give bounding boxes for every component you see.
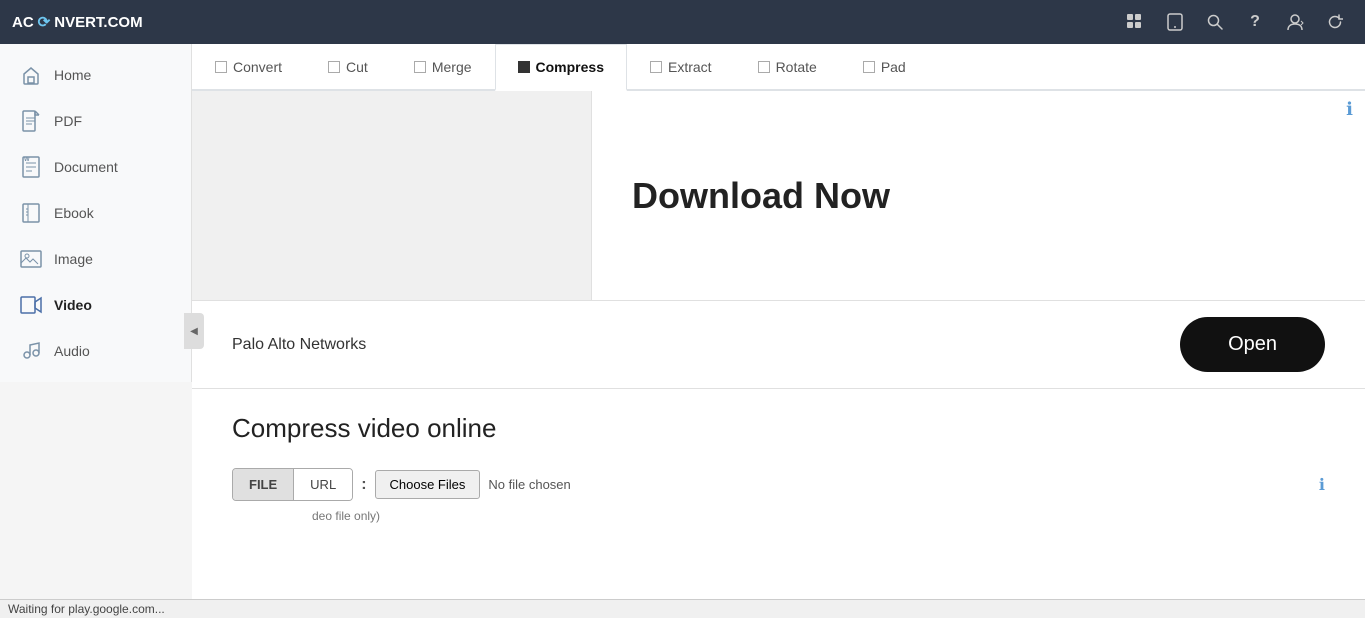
sponsor-row: Palo Alto Networks Open [192, 301, 1365, 389]
ad-info-icon[interactable]: ℹ [1346, 99, 1353, 120]
sidebar-item-home[interactable]: Home [0, 52, 191, 98]
tab-compress[interactable]: Compress [495, 44, 627, 91]
sidebar-label-ebook: Ebook [54, 205, 94, 221]
tab-merge-checkbox [414, 61, 426, 73]
tab-cut-checkbox [328, 61, 340, 73]
ad-right-content: ℹ Download Now [592, 91, 1365, 300]
tab-convert-checkbox [215, 61, 227, 73]
sidebar-item-ebook[interactable]: Ebook [0, 190, 191, 236]
tabs-bar: Convert Cut Merge Compress Extract Rotat… [192, 44, 1365, 91]
search-icon [1207, 14, 1223, 30]
site-logo[interactable]: AC ⟳ NVERT.COM [12, 13, 143, 31]
tab-extract-label: Extract [668, 59, 712, 75]
file-input-row: FILE URL : Choose Files No file chosen ℹ [232, 468, 1325, 501]
tab-compress-checkbox [518, 61, 530, 73]
sidebar-label-home: Home [54, 67, 91, 83]
tab-pad-checkbox [863, 61, 875, 73]
logo-rest: NVERT.COM [54, 14, 142, 31]
page-title: Compress video online [232, 413, 1325, 444]
sponsor-name: Palo Alto Networks [232, 336, 366, 354]
url-toggle-button[interactable]: URL [294, 469, 352, 500]
home-icon [20, 64, 42, 86]
image-icon [20, 248, 42, 270]
open-button[interactable]: Open [1180, 317, 1325, 372]
tab-rotate-label: Rotate [776, 59, 817, 75]
tab-merge[interactable]: Merge [391, 44, 495, 89]
chevron-left-icon: ◀ [190, 326, 198, 337]
sidebar: Home PDF [0, 44, 192, 382]
colon-separator: : [361, 476, 366, 494]
logo-text: AC [12, 14, 34, 31]
status-bar: Waiting for play.google.com... [0, 599, 1365, 618]
video-icon [20, 294, 42, 316]
file-url-toggle: FILE URL [232, 468, 353, 501]
ad-section: ℹ Download Now [192, 91, 1365, 301]
tab-cut[interactable]: Cut [305, 44, 391, 89]
sidebar-label-pdf: PDF [54, 113, 82, 129]
grid-icon-button[interactable] [1117, 4, 1153, 40]
content-body: ℹ Download Now Palo Alto Networks Open C… [192, 91, 1365, 539]
ebook-icon [20, 202, 42, 224]
file-toggle-button[interactable]: FILE [233, 469, 293, 500]
sidebar-item-audio[interactable]: Audio [0, 328, 191, 374]
sidebar-item-image[interactable]: Image [0, 236, 191, 282]
sidebar-item-video[interactable]: Video [0, 282, 191, 328]
sidebar-label-video: Video [54, 297, 92, 313]
help-icon-button[interactable]: ? [1237, 4, 1273, 40]
page-content: Compress video online FILE URL : Choose … [192, 389, 1365, 539]
navbar-actions: ? [1117, 4, 1353, 40]
tab-compress-label: Compress [536, 59, 604, 75]
refresh-icon-button[interactable] [1317, 4, 1353, 40]
sidebar-label-audio: Audio [54, 343, 90, 359]
user-icon-button[interactable] [1277, 4, 1313, 40]
refresh-icon [1327, 14, 1343, 30]
help-icon: ? [1250, 13, 1260, 31]
file-hint: deo file only) [312, 509, 1325, 523]
user-icon [1286, 13, 1304, 31]
grid-icon [1126, 13, 1144, 31]
sidebar-label-image: Image [54, 251, 93, 267]
ad-download-title: Download Now [632, 175, 890, 217]
main-layout: Home PDF [0, 44, 1365, 618]
tab-extract[interactable]: Extract [627, 44, 735, 89]
navbar: AC ⟳ NVERT.COM ? [0, 0, 1365, 44]
svg-text:W: W [24, 157, 30, 163]
file-info-icon[interactable]: ℹ [1319, 475, 1325, 495]
logo-icon: ⟳ [38, 13, 51, 31]
sidebar-collapse-button[interactable]: ◀ [184, 313, 204, 349]
tablet-icon [1167, 13, 1183, 31]
content-area: Convert Cut Merge Compress Extract Rotat… [192, 44, 1365, 618]
tablet-icon-button[interactable] [1157, 4, 1193, 40]
tab-convert[interactable]: Convert [192, 44, 305, 89]
pdf-icon [20, 110, 42, 132]
tab-rotate-checkbox [758, 61, 770, 73]
sidebar-label-document: Document [54, 159, 118, 175]
tab-cut-label: Cut [346, 59, 368, 75]
audio-icon [20, 340, 42, 362]
no-file-label: No file chosen [488, 477, 570, 492]
tab-rotate[interactable]: Rotate [735, 44, 840, 89]
sidebar-wrapper: Home PDF [0, 44, 192, 618]
sidebar-item-pdf[interactable]: PDF [0, 98, 191, 144]
status-text: Waiting for play.google.com... [8, 602, 165, 616]
ad-left-banner [192, 91, 592, 300]
tab-extract-checkbox [650, 61, 662, 73]
tab-convert-label: Convert [233, 59, 282, 75]
tab-pad-label: Pad [881, 59, 906, 75]
choose-files-button[interactable]: Choose Files [375, 470, 481, 499]
document-icon: W [20, 156, 42, 178]
tab-pad[interactable]: Pad [840, 44, 929, 89]
search-icon-button[interactable] [1197, 4, 1233, 40]
sidebar-item-document[interactable]: W Document [0, 144, 191, 190]
tab-merge-label: Merge [432, 59, 472, 75]
